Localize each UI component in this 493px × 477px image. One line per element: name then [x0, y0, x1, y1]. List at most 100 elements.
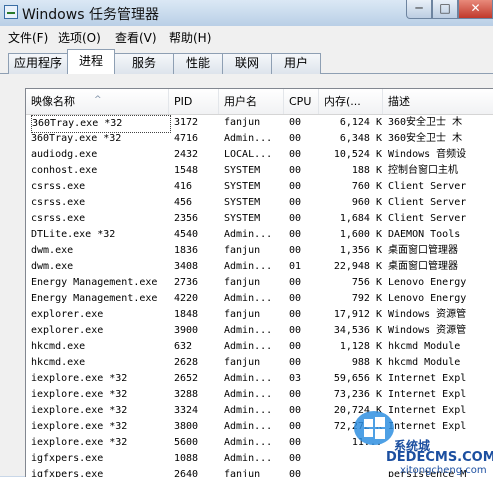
menu-file[interactable]: 文件(F): [8, 29, 48, 46]
cell-mem: 760 K: [351, 181, 382, 192]
cell-desc: Internet Expl: [388, 373, 467, 384]
cell-user: Admin...: [224, 437, 273, 448]
column-header-cpu[interactable]: CPU: [284, 89, 319, 114]
close-button[interactable]: ✕: [458, 0, 493, 19]
table-row[interactable]: csrss.exe 2356 SYSTEM 00 1,684 K Client Serve…: [26, 211, 493, 227]
cell-cpu: 00: [289, 245, 302, 256]
cell-pid: 2652: [174, 373, 199, 384]
cell-user: Admin...: [224, 341, 273, 352]
cell-user: SYSTEM: [224, 165, 261, 176]
cell-name: Energy Management.exe: [31, 277, 158, 288]
column-header-memory[interactable]: 内存(...: [319, 89, 383, 114]
cell-cpu: 00: [289, 405, 302, 416]
table-row[interactable]: hkcmd.exe 632 Admin... 00 1,128 K hkcmd Modul…: [26, 339, 493, 355]
table-row[interactable]: conhost.exe 1548 SYSTEM 00 188 K 控制台窗口主机: [26, 163, 493, 179]
column-header-user[interactable]: 用户名: [219, 89, 284, 114]
tab-networking[interactable]: 联网: [222, 53, 272, 74]
tab-users[interactable]: 用户: [271, 53, 321, 74]
cell-cpu: 00: [289, 197, 302, 208]
cell-user: SYSTEM: [224, 181, 261, 192]
cell-mem: 1,128 K: [339, 341, 382, 352]
cell-cpu: 00: [289, 213, 302, 224]
windows-logo-icon: [354, 411, 394, 445]
column-header-description[interactable]: 描述: [383, 89, 493, 114]
table-row[interactable]: iexplore.exe *32 3288 Admin... 00 73,236 K In…: [26, 387, 493, 403]
cell-pid: 4540: [174, 229, 199, 240]
column-header-pid[interactable]: PID: [169, 89, 219, 114]
cell-pid: 5600: [174, 437, 199, 448]
cell-user: Admin...: [224, 133, 273, 144]
table-row[interactable]: iexplore.exe *32 2652 Admin... 03 59,656 K In…: [26, 371, 493, 387]
table-row[interactable]: 360Tray.exe *32 4716 Admin... 00 6,348 K 360安…: [26, 131, 493, 147]
cell-cpu: 00: [289, 149, 302, 160]
maximize-button[interactable]: □: [432, 0, 458, 19]
table-row[interactable]: DTLite.exe *32 4540 Admin... 00 1,600 K DAEMO…: [26, 227, 493, 243]
table-row[interactable]: csrss.exe 456 SYSTEM 00 960 K Client Server: [26, 195, 493, 211]
cell-mem: 59,656 K: [333, 373, 382, 384]
cell-cpu: 00: [289, 437, 302, 448]
cell-mem: 34,536 K: [333, 325, 382, 336]
cell-user: fanjun: [224, 245, 261, 256]
table-row[interactable]: csrss.exe 416 SYSTEM 00 760 K Client Server: [26, 179, 493, 195]
cell-cpu: 00: [289, 309, 302, 320]
tab-services[interactable]: 服务: [114, 53, 174, 74]
cell-mem: 73,236 K: [333, 389, 382, 400]
cell-pid: 3900: [174, 325, 199, 336]
cell-desc: DAEMON Tools: [388, 229, 461, 240]
cell-cpu: 00: [289, 357, 302, 368]
list-header: 映像名称 ^ PID 用户名 CPU 内存(... 描述: [26, 89, 493, 115]
cell-pid: 1548: [174, 165, 199, 176]
cell-mem: 10,524 K: [333, 149, 382, 160]
title-bar[interactable]: Windows 任务管理器 ─ □ ✕: [0, 0, 493, 27]
menu-view[interactable]: 查看(V): [115, 29, 157, 46]
cell-desc: 桌面窗口管理器: [388, 245, 458, 256]
cell-mem: 1,600 K: [339, 229, 382, 240]
cell-name: explorer.exe: [31, 309, 104, 320]
column-header-image-name[interactable]: 映像名称 ^: [26, 89, 169, 114]
cell-name: hkcmd.exe: [31, 357, 86, 368]
cell-mem: 1,684 K: [339, 213, 382, 224]
cell-mem: 792 K: [351, 293, 382, 304]
cell-pid: 2356: [174, 213, 199, 224]
tab-applications[interactable]: 应用程序: [8, 53, 68, 74]
table-row[interactable]: dwm.exe 1836 fanjun 00 1,356 K 桌面窗口管理器: [26, 243, 493, 259]
menu-help[interactable]: 帮助(H): [169, 29, 211, 46]
cell-user: fanjun: [224, 117, 261, 128]
cell-desc: Lenovo Energy: [388, 293, 467, 304]
cell-pid: 1836: [174, 245, 199, 256]
menu-options[interactable]: 选项(O): [58, 29, 101, 46]
table-row[interactable]: audiodg.exe 2432 LOCAL... 00 10,524 K Windows…: [26, 147, 493, 163]
cell-name: iexplore.exe *32: [31, 373, 128, 384]
table-row[interactable]: hkcmd.exe 2628 fanjun 00 988 K hkcmd Module: [26, 355, 493, 371]
cell-cpu: 00: [289, 325, 302, 336]
cell-desc: Client Server: [388, 181, 467, 192]
cell-desc: hkcmd Module: [388, 341, 461, 352]
table-row[interactable]: explorer.exe 1848 fanjun 00 17,912 K Windows …: [26, 307, 493, 323]
cell-name: DTLite.exe *32: [31, 229, 116, 240]
cell-user: SYSTEM: [224, 213, 261, 224]
cell-user: Admin...: [224, 261, 273, 272]
cell-name: explorer.exe: [31, 325, 104, 336]
cell-name: audiodg.exe: [31, 149, 98, 160]
cell-pid: 3324: [174, 405, 199, 416]
cell-pid: 416: [174, 181, 193, 192]
cell-cpu: 00: [289, 229, 302, 240]
cell-name: csrss.exe: [31, 197, 86, 208]
table-row[interactable]: dwm.exe 3408 Admin... 01 22,948 K 桌面窗口管理器: [26, 259, 493, 275]
minimize-button[interactable]: ─: [406, 0, 432, 19]
tab-performance[interactable]: 性能: [173, 53, 223, 74]
table-row[interactable]: explorer.exe 3900 Admin... 00 34,536 K Window…: [26, 323, 493, 339]
cell-name: dwm.exe: [31, 261, 74, 272]
watermark-url: xitongcheng.com: [400, 465, 487, 476]
table-row[interactable]: Energy Management.exe 4220 Admin... 00 792 K…: [26, 291, 493, 307]
cell-name: 360Tray.exe *32: [31, 133, 122, 144]
cell-mem: 17,912 K: [333, 309, 382, 320]
table-row[interactable]: Energy Management.exe 2736 fanjun 00 756 K Le…: [26, 275, 493, 291]
table-row[interactable]: 360Tray.exe *32 3172 fanjun 00 6,124 K 360安全卫…: [26, 115, 493, 133]
cell-cpu: 00: [289, 421, 302, 432]
cell-desc: 360安全卫士 木: [388, 117, 463, 128]
cell-desc: Windows 音频设: [388, 149, 467, 160]
cell-cpu: 00: [289, 117, 302, 128]
cell-pid: 3288: [174, 389, 199, 400]
tab-processes[interactable]: 进程: [67, 49, 115, 74]
